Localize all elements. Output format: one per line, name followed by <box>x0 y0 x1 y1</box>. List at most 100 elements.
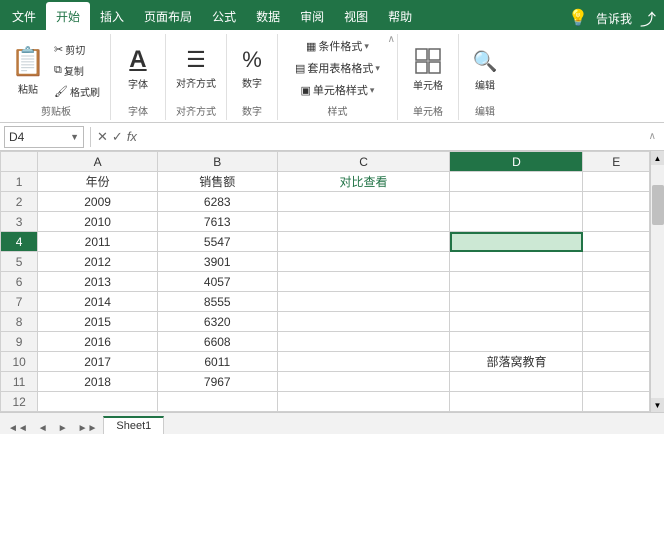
cell-c4[interactable] <box>277 232 450 252</box>
scroll-up-arrow[interactable]: ▲ <box>651 151 664 165</box>
cell-e7[interactable] <box>583 292 650 312</box>
cell-e12[interactable] <box>583 392 650 412</box>
number-button[interactable]: % 数字 <box>233 45 271 92</box>
col-header-a[interactable]: A <box>38 152 158 172</box>
formula-fx-icon[interactable]: fx <box>127 129 137 144</box>
cell-a9[interactable]: 2016 <box>38 332 158 352</box>
spreadsheet-grid[interactable]: A B C D E 1年份销售额对比查看22009628332010761342… <box>0 151 650 412</box>
row-num-9[interactable]: 9 <box>1 332 38 352</box>
share-icon[interactable]: ⤴ <box>640 6 656 30</box>
cell-d4[interactable] <box>450 232 583 252</box>
row-num-12[interactable]: 12 <box>1 392 38 412</box>
row-num-6[interactable]: 6 <box>1 272 38 292</box>
cell-e8[interactable] <box>583 312 650 332</box>
cell-b5[interactable]: 3901 <box>157 252 277 272</box>
cell-a10[interactable]: 2017 <box>38 352 158 372</box>
cell-c3[interactable] <box>277 212 450 232</box>
cell-a12[interactable] <box>38 392 158 412</box>
row-num-4[interactable]: 4 <box>1 232 38 252</box>
scroll-down-arrow[interactable]: ▼ <box>651 398 664 412</box>
copy-button[interactable]: ⧉ 复制 <box>50 61 104 80</box>
tab-help[interactable]: 帮助 <box>378 2 422 30</box>
tab-insert[interactable]: 插入 <box>90 2 134 30</box>
cell-e11[interactable] <box>583 372 650 392</box>
alignment-button[interactable]: ☰ 对齐方式 <box>172 45 220 92</box>
cell-b11[interactable]: 7967 <box>157 372 277 392</box>
row-num-3[interactable]: 3 <box>1 212 38 232</box>
col-header-c[interactable]: C <box>277 152 450 172</box>
formula-confirm-icon[interactable]: ✓ <box>112 129 123 145</box>
col-header-e[interactable]: E <box>583 152 650 172</box>
row-num-1[interactable]: 1 <box>1 172 38 192</box>
cell-a4[interactable]: 2011 <box>38 232 158 252</box>
row-num-11[interactable]: 11 <box>1 372 38 392</box>
cell-d12[interactable] <box>450 392 583 412</box>
cell-a8[interactable]: 2015 <box>38 312 158 332</box>
cell-d11[interactable] <box>450 372 583 392</box>
formula-cancel-icon[interactable]: ✕ <box>97 129 108 145</box>
cell-b12[interactable] <box>157 392 277 412</box>
cell-reference-box[interactable]: D4 ▼ <box>4 126 84 148</box>
cell-d6[interactable] <box>450 272 583 292</box>
row-num-8[interactable]: 8 <box>1 312 38 332</box>
cell-c11[interactable] <box>277 372 450 392</box>
sheet-tab-nav-next[interactable]: ► <box>54 423 72 434</box>
cell-d10[interactable]: 部落窝教育 <box>450 352 583 372</box>
tab-file[interactable]: 文件 <box>2 2 46 30</box>
cell-b8[interactable]: 6320 <box>157 312 277 332</box>
cell-a1[interactable]: 年份 <box>38 172 158 192</box>
cell-d3[interactable] <box>450 212 583 232</box>
cell-c9[interactable] <box>277 332 450 352</box>
cell-d9[interactable] <box>450 332 583 352</box>
cell-a3[interactable]: 2010 <box>38 212 158 232</box>
col-header-d[interactable]: D <box>450 152 583 172</box>
cell-d2[interactable] <box>450 192 583 212</box>
paste-button[interactable]: 📋 粘贴 <box>8 39 48 98</box>
cell-c12[interactable] <box>277 392 450 412</box>
cell-e3[interactable] <box>583 212 650 232</box>
font-button[interactable]: A 字体 <box>118 44 158 93</box>
cell-b4[interactable]: 5547 <box>157 232 277 252</box>
cell-e10[interactable] <box>583 352 650 372</box>
cell-a6[interactable]: 2013 <box>38 272 158 292</box>
cell-d7[interactable] <box>450 292 583 312</box>
cell-c8[interactable] <box>277 312 450 332</box>
cell-style-button[interactable]: ▣ 单元格样式 ▾ <box>295 80 381 100</box>
cell-c7[interactable] <box>277 292 450 312</box>
cell-b10[interactable]: 6011 <box>157 352 277 372</box>
conditional-format-button[interactable]: ▦ 条件格式 ▾ <box>300 36 375 56</box>
cell-d1[interactable] <box>450 172 583 192</box>
tab-formula[interactable]: 公式 <box>202 2 246 30</box>
format-painter-button[interactable]: 🖌 格式刷 <box>50 82 104 101</box>
cell-b7[interactable]: 8555 <box>157 292 277 312</box>
cell-a11[interactable]: 2018 <box>38 372 158 392</box>
cut-button[interactable]: ✂ 剪切 <box>50 40 104 59</box>
cell-ref-dropdown-icon[interactable]: ▼ <box>70 132 79 142</box>
cell-e6[interactable] <box>583 272 650 292</box>
cell-b2[interactable]: 6283 <box>157 192 277 212</box>
cell-a7[interactable]: 2014 <box>38 292 158 312</box>
cell-e4[interactable] <box>583 232 650 252</box>
cell-d8[interactable] <box>450 312 583 332</box>
row-num-7[interactable]: 7 <box>1 292 38 312</box>
cell-b1[interactable]: 销售额 <box>157 172 277 192</box>
cell-e5[interactable] <box>583 252 650 272</box>
cell-b3[interactable]: 7613 <box>157 212 277 232</box>
tab-data[interactable]: 数据 <box>246 2 290 30</box>
tab-review[interactable]: 审阅 <box>290 2 334 30</box>
cells-button[interactable]: 单元格 <box>404 43 452 94</box>
tab-home[interactable]: 开始 <box>46 2 90 30</box>
cell-e1[interactable] <box>583 172 650 192</box>
sheet-tab-nav-prev[interactable]: ◄ <box>34 423 52 434</box>
cell-b9[interactable]: 6608 <box>157 332 277 352</box>
sheet-tab-sheet1[interactable]: Sheet1 <box>103 416 164 434</box>
formula-bar-collapse-icon[interactable]: ∧ <box>649 131 660 142</box>
row-num-5[interactable]: 5 <box>1 252 38 272</box>
tab-page-layout[interactable]: 页面布局 <box>134 2 202 30</box>
cell-c5[interactable] <box>277 252 450 272</box>
scrollbar-vertical[interactable]: ▲ ▼ <box>650 151 664 412</box>
cell-d5[interactable] <box>450 252 583 272</box>
editing-button[interactable]: 🔍 编辑 <box>465 43 505 94</box>
styles-collapse-icon[interactable]: ∧ <box>388 34 395 45</box>
cell-a2[interactable]: 2009 <box>38 192 158 212</box>
